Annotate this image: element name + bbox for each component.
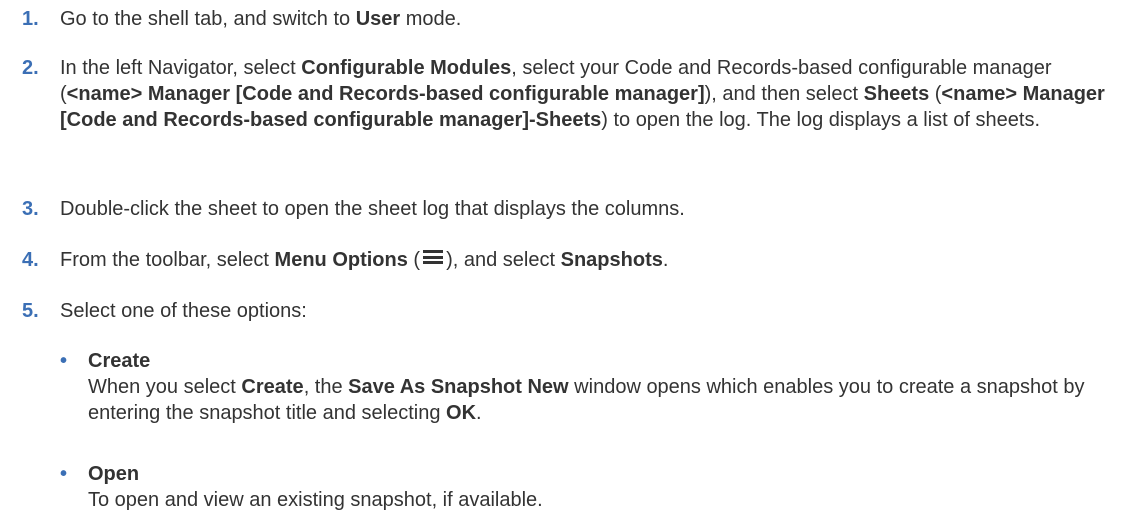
step-text: In the left Navigator, select Configurab… [60,55,1110,133]
option-title-text: Create [88,350,151,372]
step-number: 5. [22,300,39,322]
text: ( [929,83,942,105]
step-text: Select one of these options: [60,300,307,322]
text: . [662,249,669,271]
ui-term: Sheets [863,83,930,105]
text: , the [303,376,349,398]
step-text: Go to the shell tab, and switch to User … [60,6,1110,32]
bullet: • [60,463,68,485]
ui-term: Snapshots [560,249,663,271]
ui-term: Create [241,376,304,398]
step-number: 1. [22,8,39,30]
text: . [476,402,482,424]
step-number: 4. [22,249,39,271]
hamburger-menu-icon [423,250,444,264]
option-title-text: Open [88,463,140,485]
text: When you select [88,376,242,398]
text: ), and select [446,249,561,271]
option-content: Open To open and view an existing snapsh… [88,461,1108,513]
ui-term: User [355,8,401,30]
option-content: Create When you select Create, the Save … [88,348,1108,426]
bullet: • [60,350,68,372]
ui-term: OK [446,402,477,424]
text: In the left Navigator, select [60,57,302,79]
option-description: To open and view an existing snapshot, i… [88,489,543,511]
text: mode. [400,8,462,30]
step-text: From the toolbar, select Menu Options ()… [60,247,1110,273]
ui-term: Configurable Modules [301,57,512,79]
text: ( [407,249,421,271]
ui-term: Save As Snapshot New [348,376,569,398]
option-title: Open [88,461,1108,487]
ui-term: Menu Options [274,249,408,271]
text: ) to open the log. The log displays a li… [601,109,1041,131]
step-text: Double-click the sheet to open the sheet… [60,198,685,220]
step-number: 2. [22,57,39,79]
option-description: When you select Create, the Save As Snap… [88,374,1108,426]
procedure-document: 1. Go to the shell tab, and switch to Us… [0,0,1129,522]
step-number: 3. [22,198,39,220]
text: ), and then select [704,83,864,105]
text: From the toolbar, select [60,249,275,271]
text: Go to the shell tab, and switch to [60,8,356,30]
option-title: Create [88,348,1108,374]
ui-term: <name> Manager [Code and Records-based c… [66,83,705,105]
